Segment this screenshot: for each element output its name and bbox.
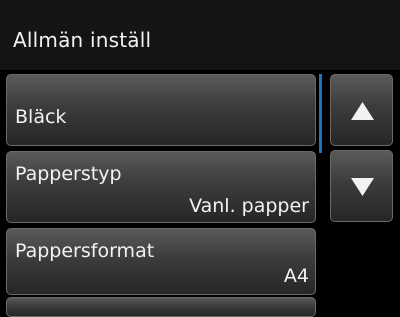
menu-item-label: Pappersformat	[15, 240, 155, 262]
menu-item-paper-size[interactable]: Pappersformat A4	[6, 228, 316, 295]
header-bar: Allmän inställ	[0, 0, 400, 70]
scrollbar[interactable]	[319, 74, 322, 304]
menu-item-label: Papperstyp	[15, 163, 122, 185]
scroll-up-button[interactable]	[330, 74, 393, 146]
scroll-down-button[interactable]	[330, 150, 393, 222]
menu-item-paper-type[interactable]: Papperstyp Vanl. papper	[6, 151, 316, 223]
menu-item-label: Bläck	[15, 106, 67, 128]
page-title: Allmän inställ	[13, 28, 152, 52]
menu-item-value: A4	[283, 265, 309, 287]
menu-item-value: Vanl. papper	[189, 195, 309, 217]
triangle-down-icon	[351, 178, 374, 196]
scrollbar-thumb[interactable]	[319, 74, 322, 153]
triangle-up-icon	[351, 102, 374, 120]
menu-item-ink[interactable]: Bläck	[6, 74, 316, 146]
menu-item-partial[interactable]	[6, 297, 316, 317]
